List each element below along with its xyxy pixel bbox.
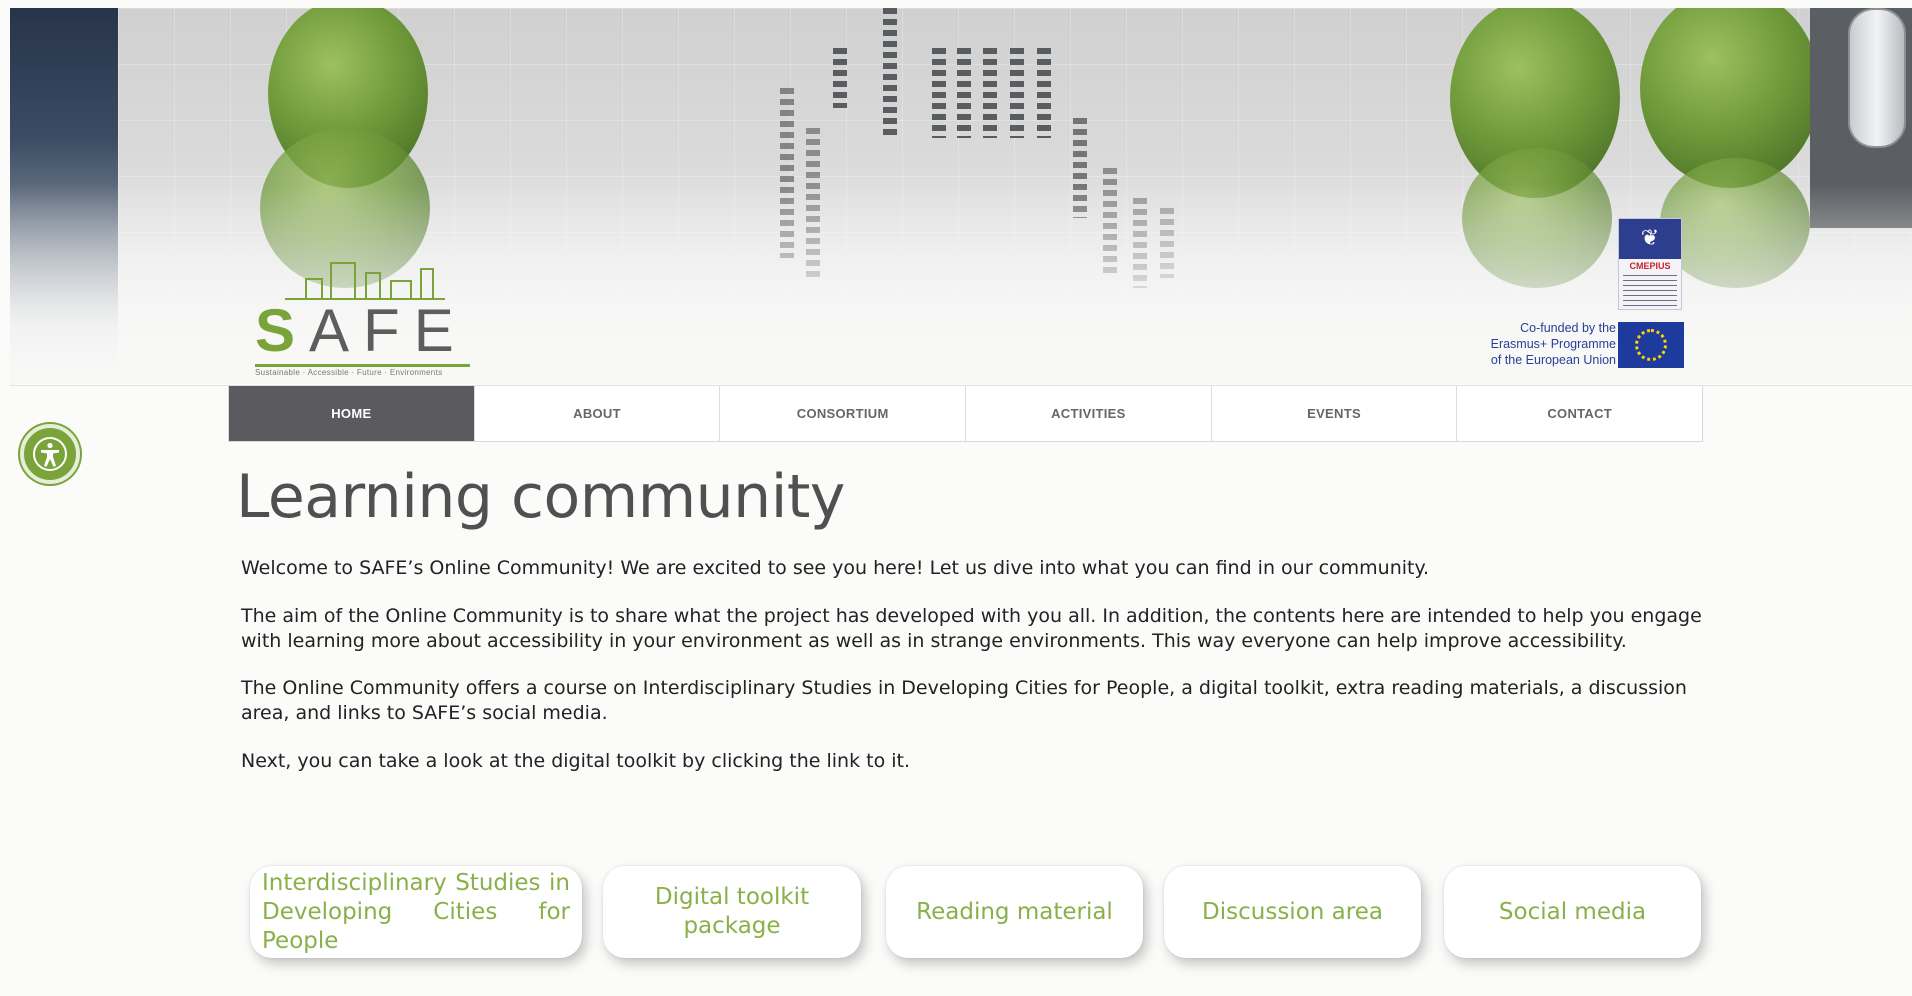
course-card-button[interactable]: Interdisciplinary Studies in Developing …: [250, 866, 582, 958]
chair-row: [833, 48, 847, 108]
accessibility-icon: [33, 437, 67, 471]
logo-wordmark: SAFE: [255, 297, 468, 364]
chair-row: [932, 48, 946, 138]
nav-item-home[interactable]: HOME: [229, 386, 475, 441]
offer-paragraph: The Online Community offers a course on …: [241, 677, 1687, 724]
reading-material-card-button[interactable]: Reading material: [886, 866, 1143, 958]
parked-car: [1848, 8, 1906, 148]
chair-row: [957, 48, 971, 138]
page: SAFE Sustainable · Accessible · Future ·…: [0, 0, 1912, 996]
cmepius-name: CMEPIUS: [1629, 261, 1671, 271]
cofunded-line: of the European Union: [1490, 353, 1616, 367]
nav-item-events[interactable]: EVENTS: [1212, 386, 1458, 441]
eu-flag-icon: [1618, 322, 1684, 368]
cmepius-logo: ❦ CMEPIUS: [1618, 218, 1682, 310]
erasmus-cofunded-text: Co-funded by the Erasmus+ Programme of t…: [1452, 320, 1616, 368]
main-navigation: HOME ABOUT CONSORTIUM ACTIVITIES EVENTS …: [228, 386, 1703, 442]
intro-paragraph: Welcome to SAFE’s Online Community! We a…: [241, 557, 1430, 579]
logo-skyline-graphic: [285, 256, 445, 300]
cmepius-fine-print: [1623, 275, 1677, 307]
chair-row: [983, 48, 997, 138]
safe-logo[interactable]: SAFE Sustainable · Accessible · Future ·…: [255, 256, 475, 382]
chair-row: [1010, 48, 1024, 138]
nav-item-consortium[interactable]: CONSORTIUM: [720, 386, 967, 441]
nav-item-contact[interactable]: CONTACT: [1457, 386, 1702, 441]
nav-item-activities[interactable]: ACTIVITIES: [966, 386, 1212, 441]
next-paragraph: Next, you can take a look at the digital…: [241, 750, 911, 772]
cofunded-line: Erasmus+ Programme: [1490, 337, 1616, 351]
chair-row: [883, 8, 897, 138]
nav-item-about[interactable]: ABOUT: [475, 386, 721, 441]
page-title: Learning community: [236, 462, 845, 532]
logo-letter-s: S: [255, 297, 310, 364]
accessibility-button[interactable]: [20, 424, 80, 484]
cofunded-line: Co-funded by the: [1520, 321, 1616, 335]
discussion-area-card-button[interactable]: Discussion area: [1164, 866, 1421, 958]
logo-tagline: Sustainable · Accessible · Future · Envi…: [255, 364, 470, 377]
digital-toolkit-card-button[interactable]: Digital toolkit package: [603, 866, 861, 958]
chair-row: [1037, 48, 1051, 138]
cmepius-emblem: ❦: [1619, 219, 1681, 259]
social-media-card-button[interactable]: Social media: [1444, 866, 1701, 958]
aim-paragraph: The aim of the Online Community is to sh…: [241, 605, 1702, 652]
